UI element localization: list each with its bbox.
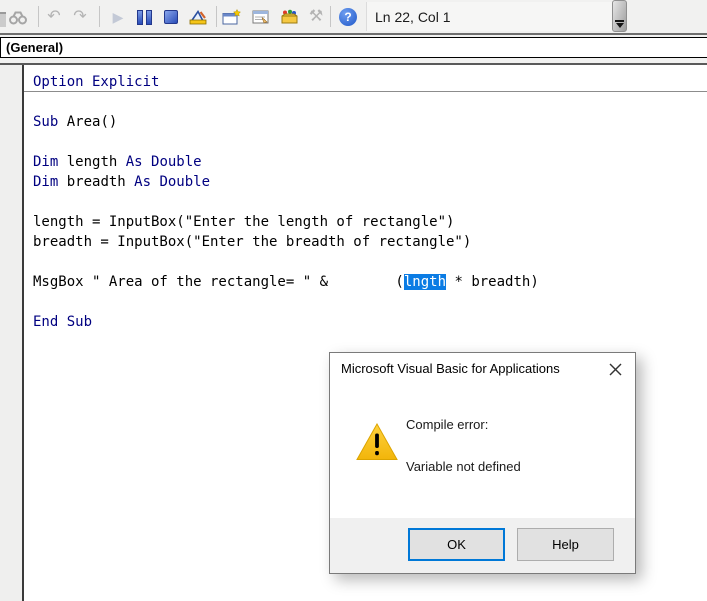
scroll-down-button[interactable]: [612, 0, 627, 32]
object-browser-icon: [280, 9, 299, 25]
code-line: Dim breadth As Double: [0, 172, 707, 192]
code-line: [0, 292, 707, 312]
help-button-dialog[interactable]: Help: [517, 528, 614, 561]
code-line: End Sub: [0, 312, 707, 332]
toolbar-separator: [99, 6, 100, 27]
error-detail: Variable not defined: [406, 459, 521, 474]
object-dropdown[interactable]: (General): [0, 37, 707, 58]
toolbar-separator: [216, 6, 217, 27]
break-button[interactable]: [134, 7, 154, 27]
undo-button[interactable]: ↶: [44, 7, 64, 27]
properties-window-button[interactable]: [251, 7, 271, 27]
design-mode-icon: [188, 9, 208, 26]
scroll-end-icon: [615, 20, 624, 22]
project-explorer-icon: [222, 9, 242, 26]
toolbar-separator: [330, 6, 331, 27]
design-mode-button[interactable]: [188, 7, 208, 27]
object-dropdown-value: (General): [6, 40, 63, 55]
find-button[interactable]: [8, 7, 28, 27]
code-line: [0, 192, 707, 212]
code-line: MsgBox " Area of the rectangle= " & (lng…: [0, 272, 707, 292]
error-heading: Compile error:: [406, 417, 488, 432]
dialog-title: Microsoft Visual Basic for Applications: [341, 361, 560, 376]
toolbar: ↶ ↷ ▶: [0, 0, 707, 35]
ok-button[interactable]: OK: [408, 528, 505, 561]
line-col-indicator: Ln 22, Col 1: [366, 2, 617, 31]
clipped-icon: [0, 12, 6, 27]
help-icon: ?: [339, 8, 357, 26]
code-lines: Option Explicit Sub Area() Dim length As…: [0, 72, 707, 332]
run-button[interactable]: ▶: [108, 7, 128, 27]
code-line: length = InputBox("Enter the length of r…: [0, 212, 707, 232]
dialog-footer: OK Help: [330, 518, 635, 573]
code-line: Option Explicit: [0, 72, 707, 92]
code-line: [0, 92, 707, 112]
code-line: Sub Area(): [0, 112, 707, 132]
toolbox-button[interactable]: ⚒: [306, 7, 326, 27]
pause-icon: [137, 10, 152, 25]
object-browser-button[interactable]: [279, 7, 299, 27]
warning-icon: [356, 423, 398, 466]
chevron-down-icon: [616, 23, 624, 28]
code-line: [0, 132, 707, 152]
help-button[interactable]: ?: [338, 7, 358, 27]
stop-icon: [164, 10, 178, 24]
redo-button[interactable]: ↷: [70, 7, 90, 27]
code-line: breadth = InputBox("Enter the breadth of…: [0, 232, 707, 252]
toolbar-separator: [38, 6, 39, 27]
reset-button[interactable]: [161, 7, 181, 27]
close-icon: [609, 363, 622, 376]
project-explorer-button[interactable]: [222, 7, 242, 27]
code-line: Dim length As Double: [0, 152, 707, 172]
code-line: [0, 252, 707, 272]
properties-icon: [252, 9, 271, 25]
binoculars-icon: [8, 10, 28, 25]
close-button[interactable]: [601, 357, 629, 381]
dialog-titlebar[interactable]: Microsoft Visual Basic for Applications: [330, 353, 635, 383]
compile-error-dialog: Microsoft Visual Basic for Applications …: [329, 352, 636, 574]
